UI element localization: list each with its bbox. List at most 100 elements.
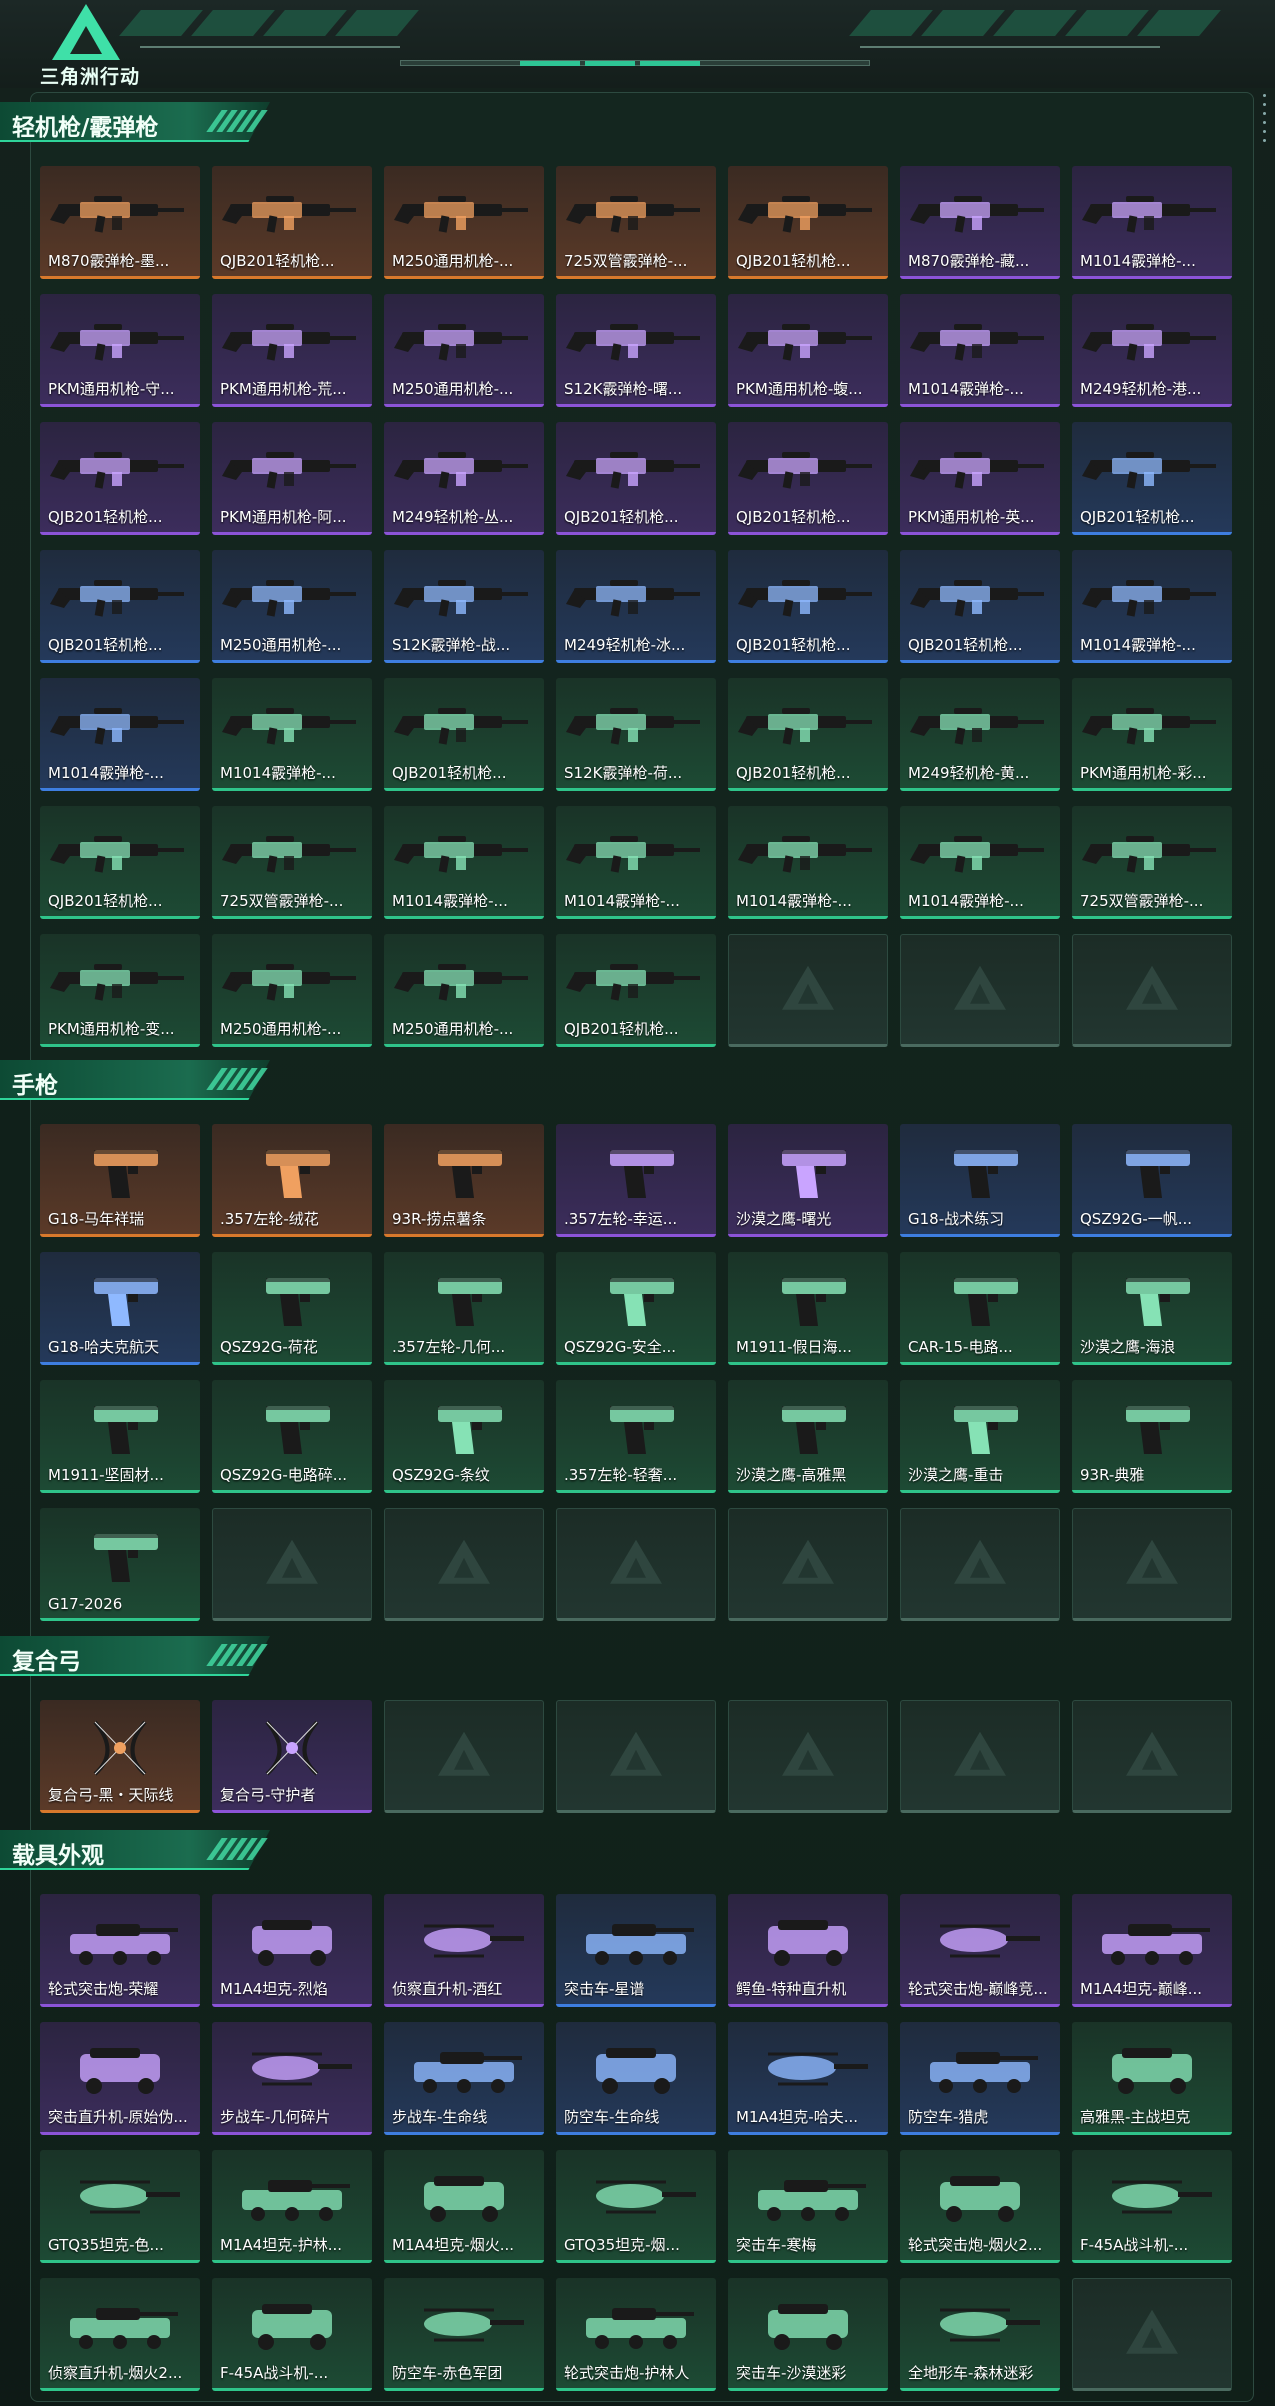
skin-tile[interactable]: S12K霰弹枪-战... bbox=[384, 550, 544, 663]
skin-tile[interactable]: G17-2026 bbox=[40, 1508, 200, 1621]
skin-tile[interactable]: 轮式突击炮-护林人 bbox=[556, 2278, 716, 2391]
skin-tile[interactable]: .357左轮-幸运... bbox=[556, 1124, 716, 1237]
skin-tile[interactable]: .357左轮-绒花 bbox=[212, 1124, 372, 1237]
skin-tile[interactable]: 轮式突击炮-烟火2... bbox=[900, 2150, 1060, 2263]
skin-tile[interactable]: 沙漠之鹰-海浪 bbox=[1072, 1252, 1232, 1365]
skin-tile[interactable]: QJB201轻机枪... bbox=[728, 166, 888, 279]
skin-tile[interactable]: GTQ35坦克-烟... bbox=[556, 2150, 716, 2263]
skin-tile[interactable]: GTQ35坦克-色... bbox=[40, 2150, 200, 2263]
skin-tile[interactable]: M250通用机枪-... bbox=[212, 934, 372, 1047]
skin-tile[interactable]: QSZ92G-电路碎... bbox=[212, 1380, 372, 1493]
skin-tile[interactable]: M249轻机枪-港... bbox=[1072, 294, 1232, 407]
skin-tile[interactable]: 侦察直升机-烟火2... bbox=[40, 2278, 200, 2391]
skin-tile[interactable]: 725双管霰弹枪-... bbox=[212, 806, 372, 919]
skin-tile[interactable]: 轮式突击炮-巅峰竞... bbox=[900, 1894, 1060, 2007]
skin-tile[interactable]: G18-哈夫克航天 bbox=[40, 1252, 200, 1365]
skin-tile[interactable]: 725双管霰弹枪-... bbox=[1072, 806, 1232, 919]
skin-tile[interactable]: M1014霰弹枪-... bbox=[384, 806, 544, 919]
skin-tile[interactable]: QJB201轻机枪... bbox=[212, 166, 372, 279]
skin-tile[interactable]: M249轻机枪-黄... bbox=[900, 678, 1060, 791]
skin-tile[interactable]: PKM通用机枪-彩... bbox=[1072, 678, 1232, 791]
skin-tile[interactable]: QJB201轻机枪... bbox=[728, 550, 888, 663]
skin-tile[interactable]: 突击直升机-原始伪... bbox=[40, 2022, 200, 2135]
skin-tile[interactable]: QJB201轻机枪... bbox=[556, 422, 716, 535]
placeholder-logo-icon bbox=[954, 1731, 1006, 1776]
skin-tile[interactable]: 步战车-几何碎片 bbox=[212, 2022, 372, 2135]
skin-tile[interactable]: S12K霰弹枪-荷... bbox=[556, 678, 716, 791]
skin-tile[interactable]: M1911-假日海... bbox=[728, 1252, 888, 1365]
skin-tile[interactable]: 突击车-沙漠迷彩 bbox=[728, 2278, 888, 2391]
skin-tile[interactable]: F-45A战斗机-... bbox=[1072, 2150, 1232, 2263]
skin-tile[interactable]: S12K霰弹枪-曙... bbox=[556, 294, 716, 407]
skin-tile[interactable]: CAR-15-电路... bbox=[900, 1252, 1060, 1365]
skin-tile[interactable]: M250通用机枪-... bbox=[212, 550, 372, 663]
skin-tile[interactable]: 全地形车-森林迷彩 bbox=[900, 2278, 1060, 2391]
skin-tile[interactable]: QJB201轻机枪... bbox=[384, 678, 544, 791]
skin-tile[interactable]: 突击车-寒梅 bbox=[728, 2150, 888, 2263]
skin-tile[interactable]: 沙漠之鹰-曙光 bbox=[728, 1124, 888, 1237]
skin-tile[interactable]: 沙漠之鹰-重击 bbox=[900, 1380, 1060, 1493]
skin-tile[interactable]: M1014霰弹枪-... bbox=[1072, 166, 1232, 279]
skin-tile[interactable]: PKM通用机枪-变... bbox=[40, 934, 200, 1047]
skin-tile[interactable]: 防空车-生命线 bbox=[556, 2022, 716, 2135]
skin-tile[interactable]: 93R-典雅 bbox=[1072, 1380, 1232, 1493]
skin-tile[interactable]: M1014霰弹枪-... bbox=[556, 806, 716, 919]
skin-tile[interactable]: 复合弓-守护者 bbox=[212, 1700, 372, 1813]
skin-tile[interactable]: 复合弓-黑・天际线 bbox=[40, 1700, 200, 1813]
skin-tile[interactable]: M1014霰弹枪-... bbox=[40, 678, 200, 791]
skin-tile[interactable]: PKM通用机枪-英... bbox=[900, 422, 1060, 535]
skin-tile[interactable]: QJB201轻机枪... bbox=[40, 806, 200, 919]
skin-tile[interactable]: M1014霰弹枪-... bbox=[1072, 550, 1232, 663]
skin-tile[interactable]: M1A4坦克-巅峰... bbox=[1072, 1894, 1232, 2007]
skin-tile[interactable]: QJB201轻机枪... bbox=[728, 422, 888, 535]
skin-tile[interactable]: QJB201轻机枪... bbox=[728, 678, 888, 791]
skin-tile[interactable]: 步战车-生命线 bbox=[384, 2022, 544, 2135]
skin-tile[interactable]: PKM通用机枪-阿... bbox=[212, 422, 372, 535]
skin-tile[interactable]: 725双管霰弹枪-... bbox=[556, 166, 716, 279]
skin-tile[interactable]: .357左轮-几何... bbox=[384, 1252, 544, 1365]
skin-tile[interactable]: M1911-坚固材... bbox=[40, 1380, 200, 1493]
skin-tile[interactable]: 突击车-星谱 bbox=[556, 1894, 716, 2007]
skin-tile[interactable]: M870霰弹枪-藏... bbox=[900, 166, 1060, 279]
skin-tile[interactable]: PKM通用机枪-蝮... bbox=[728, 294, 888, 407]
skin-tile[interactable]: .357左轮-轻奢... bbox=[556, 1380, 716, 1493]
skin-tile[interactable]: M250通用机枪-... bbox=[384, 934, 544, 1047]
skin-tile[interactable]: QSZ92G-安全... bbox=[556, 1252, 716, 1365]
skin-tile[interactable]: QJB201轻机枪... bbox=[40, 550, 200, 663]
skin-tile[interactable]: M1014霰弹枪-... bbox=[728, 806, 888, 919]
skin-tile[interactable]: M1A4坦克-哈夫... bbox=[728, 2022, 888, 2135]
skin-tile[interactable]: M250通用机枪-... bbox=[384, 166, 544, 279]
skin-tile[interactable]: M1A4坦克-烈焰 bbox=[212, 1894, 372, 2007]
skin-tile[interactable]: PKM通用机枪-守... bbox=[40, 294, 200, 407]
skin-tile[interactable]: 防空车-赤色军团 bbox=[384, 2278, 544, 2391]
skin-tile[interactable]: QJB201轻机枪... bbox=[1072, 422, 1232, 535]
skin-tile[interactable]: 沙漠之鹰-高雅黑 bbox=[728, 1380, 888, 1493]
skin-tile[interactable]: M250通用机枪-... bbox=[384, 294, 544, 407]
skin-tile[interactable]: M249轻机枪-冰... bbox=[556, 550, 716, 663]
skin-tile[interactable]: 轮式突击炮-荣耀 bbox=[40, 1894, 200, 2007]
skin-tile[interactable]: M1014霰弹枪-... bbox=[212, 678, 372, 791]
skin-tile[interactable]: QJB201轻机枪... bbox=[556, 934, 716, 1047]
skin-tile[interactable]: M1A4坦克-烟火... bbox=[384, 2150, 544, 2263]
skin-tile[interactable]: 防空车-猎虎 bbox=[900, 2022, 1060, 2135]
gun-thumbnail-icon bbox=[910, 324, 1044, 361]
skin-tile[interactable]: M1A4坦克-护林... bbox=[212, 2150, 372, 2263]
skin-tile[interactable]: QJB201轻机枪... bbox=[900, 550, 1060, 663]
skin-tile[interactable]: QJB201轻机枪... bbox=[40, 422, 200, 535]
skin-tile[interactable]: G18-战术练习 bbox=[900, 1124, 1060, 1237]
skin-tile[interactable]: M249轻机枪-丛... bbox=[384, 422, 544, 535]
skin-tile[interactable]: M1014霰弹枪-... bbox=[900, 294, 1060, 407]
scrollbar[interactable] bbox=[1263, 94, 1269, 154]
skin-tile[interactable]: M870霰弹枪-墨... bbox=[40, 166, 200, 279]
skin-tile[interactable]: 侦察直升机-酒红 bbox=[384, 1894, 544, 2007]
skin-tile[interactable]: 鳄鱼-特种直升机 bbox=[728, 1894, 888, 2007]
skin-tile[interactable]: 93R-捞点薯条 bbox=[384, 1124, 544, 1237]
skin-tile[interactable]: G18-马年祥瑞 bbox=[40, 1124, 200, 1237]
skin-tile[interactable]: M1014霰弹枪-... bbox=[900, 806, 1060, 919]
skin-tile[interactable]: QSZ92G-一帆... bbox=[1072, 1124, 1232, 1237]
skin-tile[interactable]: QSZ92G-荷花 bbox=[212, 1252, 372, 1365]
skin-tile[interactable]: 高雅黑-主战坦克 bbox=[1072, 2022, 1232, 2135]
skin-tile[interactable]: PKM通用机枪-荒... bbox=[212, 294, 372, 407]
skin-tile[interactable]: F-45A战斗机-... bbox=[212, 2278, 372, 2391]
skin-tile[interactable]: QSZ92G-条纹 bbox=[384, 1380, 544, 1493]
